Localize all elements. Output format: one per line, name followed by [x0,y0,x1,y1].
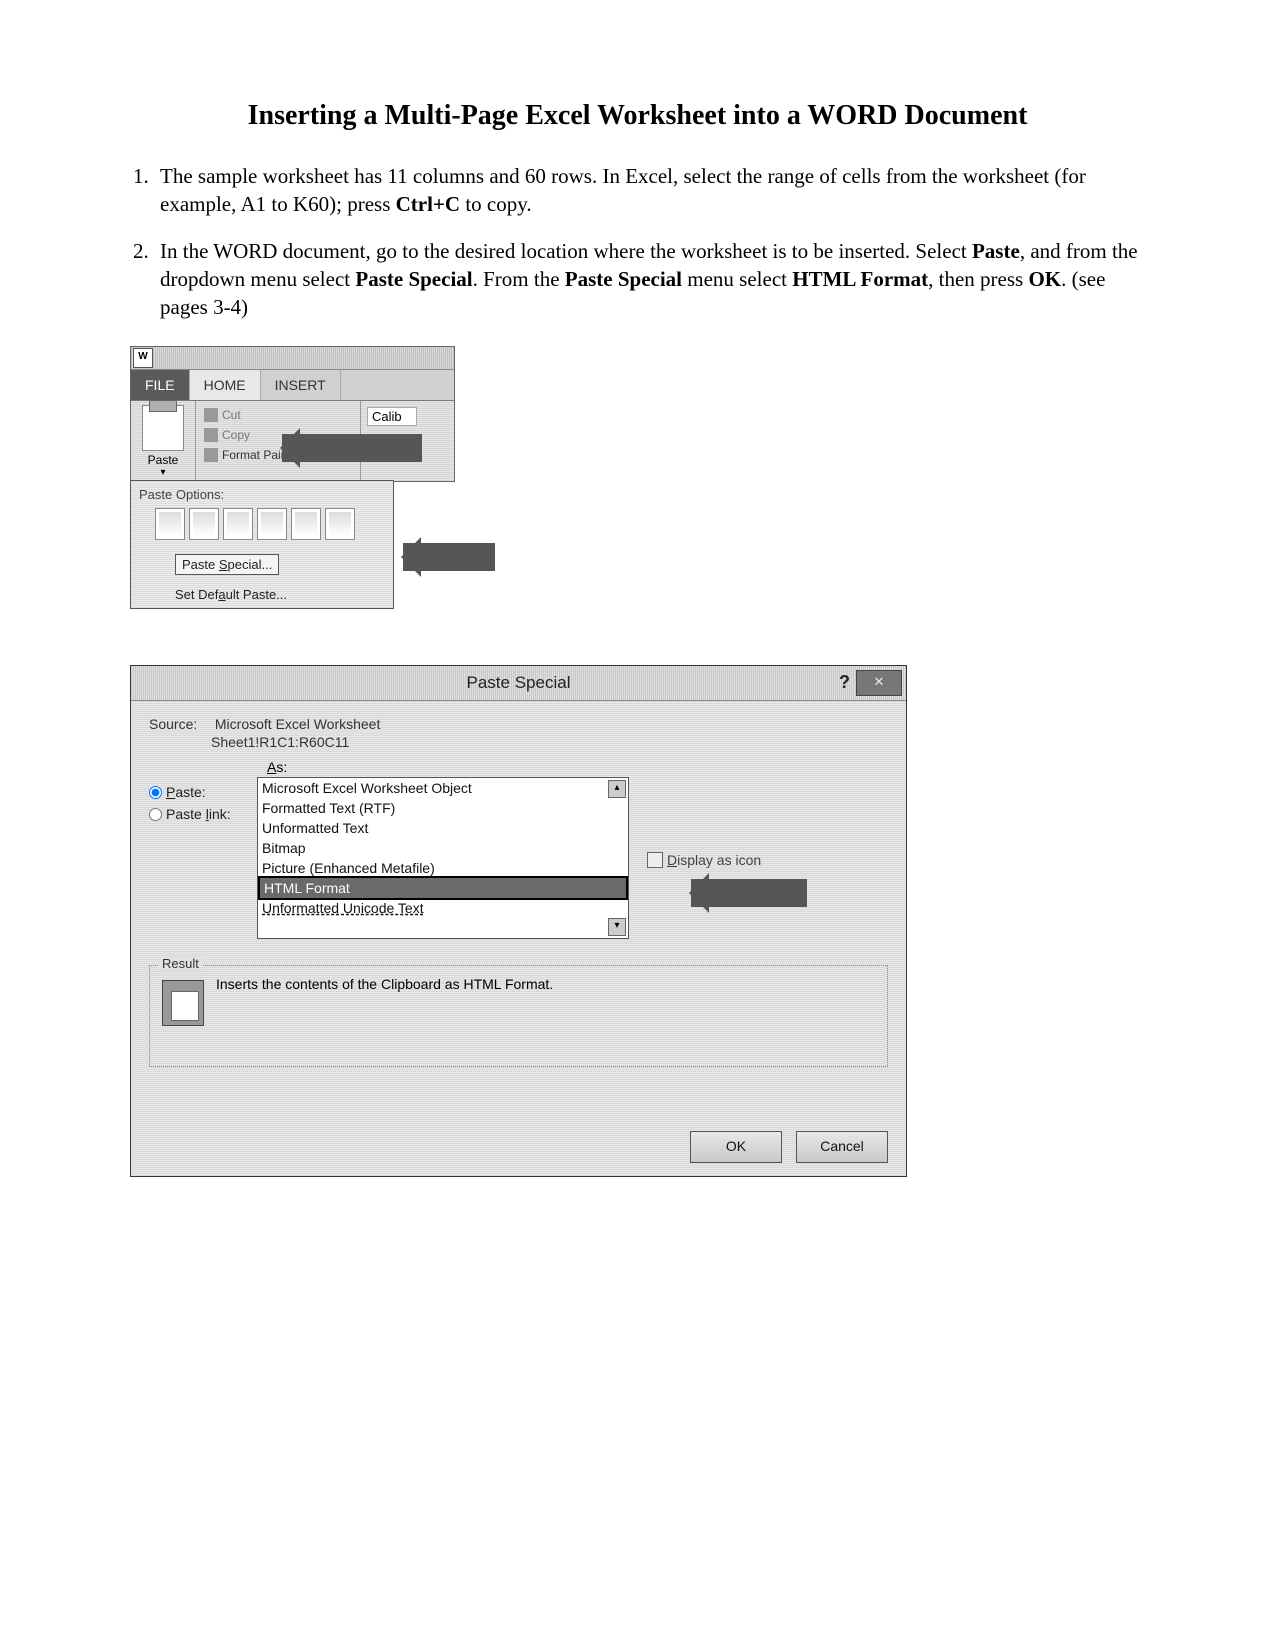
as-label: As: [267,759,888,775]
list-item[interactable]: Formatted Text (RTF) [258,798,628,818]
s2h: HTML Format [792,267,928,291]
clipboard-icon [142,405,184,451]
tab-insert[interactable]: INSERT [261,370,341,400]
radio-paste-link-label: Paste link: [166,803,231,825]
s2i: , then press [928,267,1028,291]
brush-icon [204,448,218,462]
s2d: Paste Special [355,267,472,291]
dialog-titlebar: Paste Special ? ✕ [131,666,906,701]
source-label: Source: [149,715,211,733]
paste-option-icon[interactable] [257,508,287,540]
step-1-text-post: to copy. [460,192,532,216]
format-listbox[interactable]: Microsoft Excel Worksheet Object Formatt… [257,777,629,939]
paste-button[interactable]: Paste ▾ [131,401,196,481]
clipboard-group: Cut Copy Format Painter [196,401,361,481]
radio-paste-link-input[interactable] [149,808,162,821]
paste-special-menuitem[interactable]: Paste Special... [131,548,393,581]
source-info: Source: Microsoft Excel Worksheet Sheet1… [149,715,888,751]
s2a: In the WORD document, go to the desired … [160,239,972,263]
s2b: Paste [972,239,1020,263]
source-value-2: Sheet1!R1C1:R60C11 [211,734,349,750]
arrow-annotation-icon [403,543,495,571]
result-group: Result Inserts the contents of the Clipb… [149,965,888,1067]
paste-option-icon[interactable] [291,508,321,540]
list-item[interactable]: Bitmap [258,838,628,858]
radio-paste-input[interactable] [149,786,162,799]
s2f: Paste Special [565,267,682,291]
paste-option-icon[interactable] [155,508,185,540]
screenshot-paste-special-dialog: Paste Special ? ✕ Source: Microsoft Exce… [130,665,907,1177]
tab-file[interactable]: FILE [131,370,190,400]
steps-list: The sample worksheet has 11 columns and … [132,162,1145,322]
ribbon-body: Paste ▾ Cut Copy Format Painter Calib B [131,401,454,481]
paste-dropdown: Paste Options: Paste Special... Set Defa… [130,480,394,609]
copy-icon [204,428,218,442]
tab-home[interactable]: HOME [190,370,261,400]
s2g: menu select [682,267,792,291]
list-item[interactable]: Picture (Enhanced Metafile) [258,858,628,878]
step-1-key: Ctrl+C [396,192,460,216]
s2j: OK [1028,267,1061,291]
list-item[interactable]: Unformatted Unicode Text [258,898,628,918]
list-item[interactable]: Microsoft Excel Worksheet Object [258,778,628,798]
cut-button[interactable]: Cut [222,405,241,425]
help-button[interactable]: ? [839,672,850,693]
screenshot-ribbon: W FILE HOME INSERT Paste ▾ Cut Copy Form… [130,346,455,609]
copy-button[interactable]: Copy [222,425,250,445]
s2e: . From the [473,267,565,291]
arrow-annotation-icon [282,434,422,462]
page-title: Inserting a Multi-Page Excel Worksheet i… [130,100,1145,132]
ribbon-tabs: FILE HOME INSERT [131,370,454,401]
close-button[interactable]: ✕ [856,670,902,696]
paste-special-label: Paste Special... [175,554,279,575]
list-item-selected[interactable]: HTML Format [258,876,628,900]
scroll-down-icon[interactable]: ▾ [608,918,626,936]
radio-paste[interactable]: Paste: [149,781,257,803]
paste-options-header: Paste Options: [131,481,393,506]
result-legend: Result [158,956,203,971]
display-as-icon-label: Display as icon [667,852,761,868]
list-item[interactable]: Unformatted Text [258,818,628,838]
paste-option-icon[interactable] [325,508,355,540]
scissors-icon [204,408,218,422]
paste-option-icons [131,506,393,548]
radio-paste-label: Paste: [166,781,206,803]
arrow-annotation-icon [691,879,807,907]
scroll-up-icon[interactable]: ▴ [608,780,626,798]
step-1-text-pre: The sample worksheet has 11 columns and … [160,164,1086,216]
step-1: The sample worksheet has 11 columns and … [154,162,1145,219]
cancel-button[interactable]: Cancel [796,1131,888,1163]
ok-button[interactable]: OK [690,1131,782,1163]
clipboard-result-icon [162,980,204,1026]
step-2: In the WORD document, go to the desired … [154,237,1145,322]
word-app-icon: W [133,348,153,368]
radio-paste-link[interactable]: Paste link: [149,803,257,825]
result-text: Inserts the contents of the Clipboard as… [216,976,553,992]
font-name-combo[interactable]: Calib [367,407,417,426]
set-default-paste-menuitem[interactable]: Set Default Paste... [131,581,393,608]
display-as-icon-checkbox[interactable] [647,852,663,868]
dialog-title: Paste Special [467,673,571,692]
chevron-down-icon[interactable]: ▾ [131,467,195,478]
window-titlebar: W [131,347,454,370]
paste-option-icon[interactable] [223,508,253,540]
source-value-1: Microsoft Excel Worksheet [215,716,380,732]
paste-option-icon[interactable] [189,508,219,540]
paste-label: Paste [131,453,195,467]
